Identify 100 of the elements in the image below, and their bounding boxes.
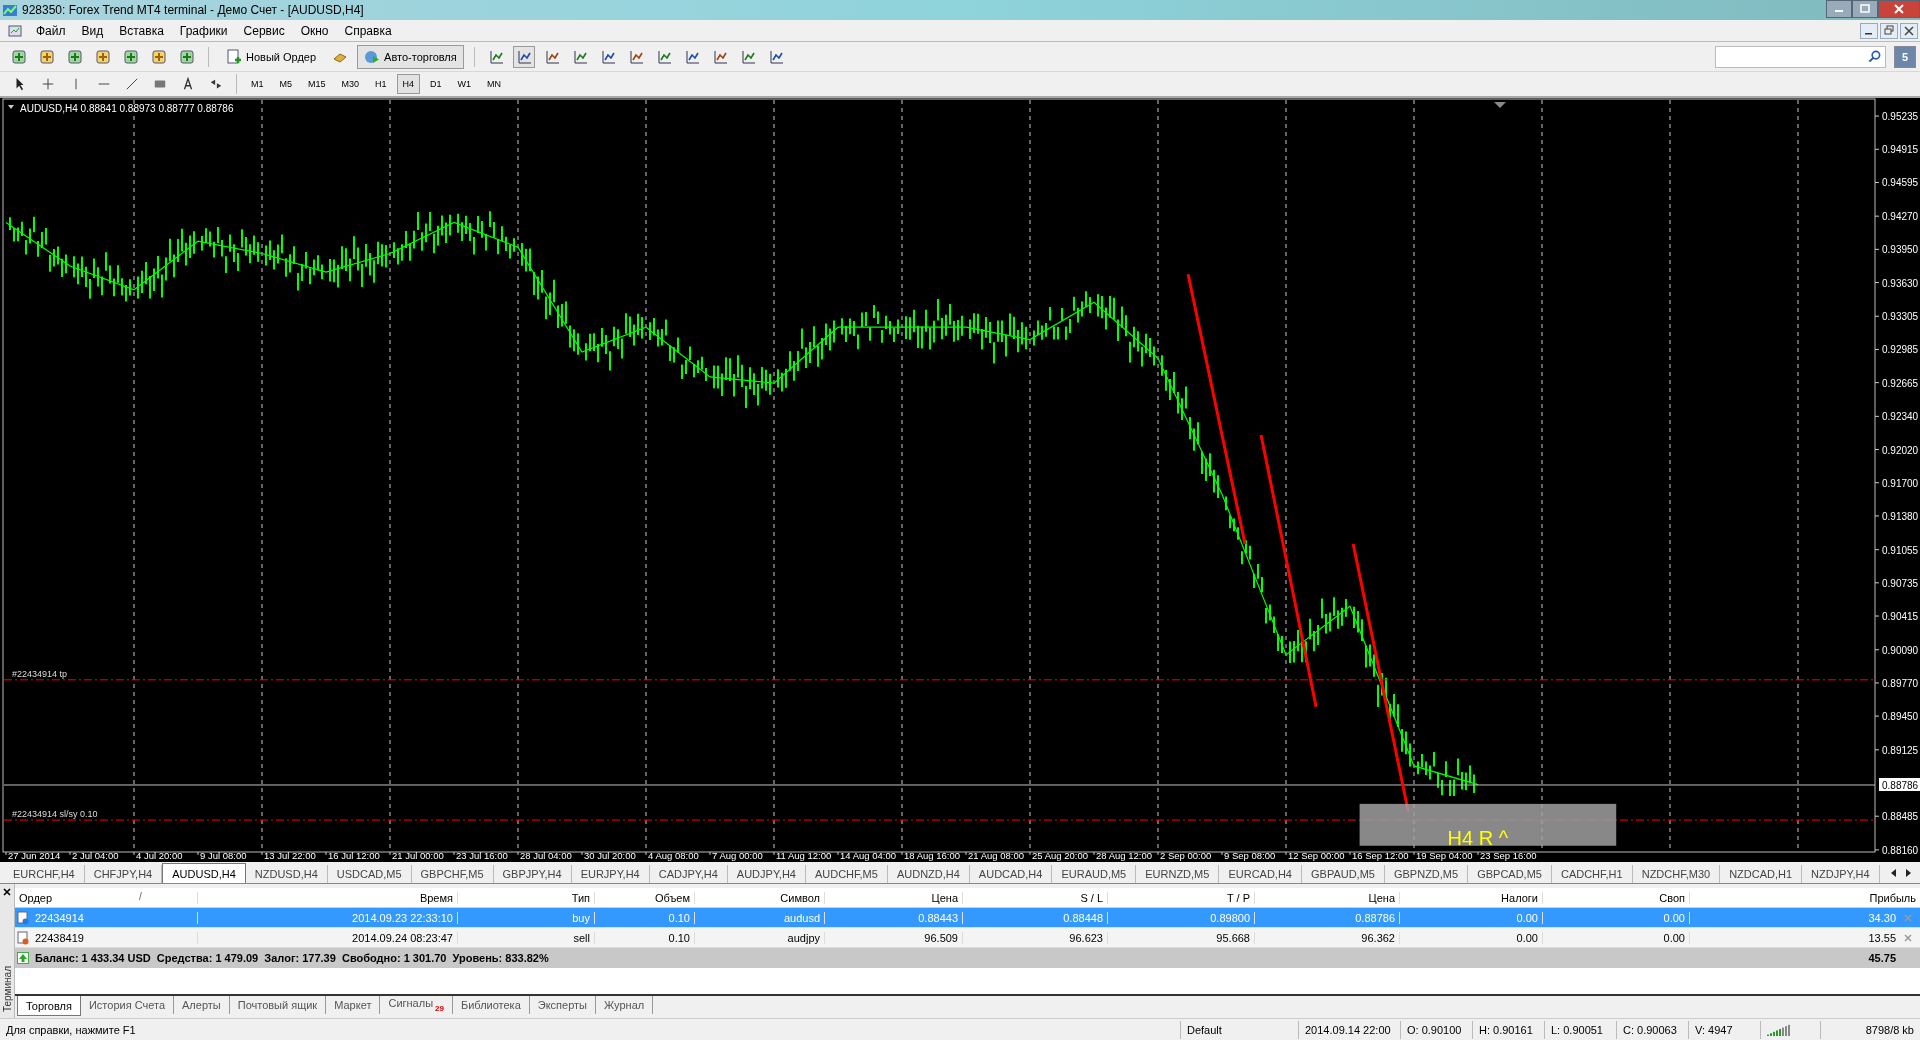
search-field[interactable] (1715, 45, 1886, 68)
table-cell: audusd (695, 911, 825, 924)
table-cell: buy (458, 911, 595, 924)
column-header[interactable]: Своп (1543, 891, 1690, 904)
menu-item[interactable]: Сервис (235, 23, 293, 38)
menu-item[interactable]: Справка (336, 23, 400, 38)
close-order-icon[interactable] (1904, 933, 1912, 942)
chart-tab[interactable]: GBPAUD,M5 (1302, 865, 1385, 883)
price-axis-label: 0.88485 (1882, 811, 1919, 823)
terminal-tab[interactable]: Эксперты (529, 996, 597, 1014)
table-cell: 0.88443 (825, 911, 963, 924)
menu-item[interactable]: Графики (171, 23, 236, 38)
dropdown-icon[interactable] (8, 105, 14, 109)
table-cell: 0.00 (1400, 931, 1543, 944)
timeframe-button[interactable]: D1 (424, 74, 448, 94)
chart-shift-marker-icon[interactable] (1494, 102, 1506, 108)
terminal-tab[interactable]: Маркет (326, 996, 381, 1014)
scroll-right-icon[interactable] (1904, 868, 1912, 877)
chart-tab[interactable]: NZDJPY,H4 (1802, 865, 1880, 883)
chart-tab[interactable]: AUDCHF,M5 (805, 865, 888, 883)
price-axis-label: 0.91380 (1882, 510, 1919, 522)
scroll-left-icon[interactable] (1890, 868, 1898, 877)
profile-name: Default (1180, 1020, 1298, 1039)
chart-tab[interactable]: EURJPY,H4 (571, 865, 650, 883)
chart-tab[interactable]: NZDUSD,H4 (245, 865, 328, 883)
time-axis-label: 21 Jul 00:00 (392, 850, 444, 861)
terminal-tab[interactable]: Библиотека (452, 996, 530, 1014)
maximize-icon[interactable] (1852, 0, 1878, 18)
menu-item[interactable]: Вид (73, 23, 112, 38)
arrows-icon[interactable] (209, 77, 223, 91)
chart-tab[interactable]: AUDJPY,H4 (727, 865, 806, 883)
column-header[interactable]: Налоги (1400, 891, 1543, 904)
table-cell: 0.00 (1543, 931, 1690, 944)
column-header[interactable]: Время (198, 891, 458, 904)
minimize-icon[interactable] (1826, 0, 1852, 18)
terminal-side-label: Терминал (1, 965, 13, 1012)
chart-tab[interactable]: CADCHF,H1 (1551, 865, 1633, 883)
table-cell: sell (458, 931, 595, 944)
notifications-button[interactable]: 5 (1894, 45, 1916, 68)
close-icon[interactable] (3, 888, 11, 896)
time-axis-label: 16 Sep 12:00 (1352, 850, 1409, 861)
timeframe-button[interactable]: H4 (396, 74, 421, 94)
chart-tab[interactable]: EURCHF,H4 (4, 865, 85, 883)
menu-item[interactable]: Файл (28, 23, 74, 38)
timeframe-button[interactable]: H1 (369, 74, 393, 94)
time-axis-label: 23 Sep 16:00 (1480, 850, 1537, 861)
chart-tab[interactable]: EURAUD,M5 (1052, 865, 1137, 883)
app-icon (2, 2, 18, 18)
chart-tab[interactable]: USDCAD,M5 (327, 865, 412, 883)
timeframe-button[interactable]: M5 (273, 74, 299, 94)
chart-tab[interactable]: NZDCHF,M30 (1632, 865, 1721, 883)
menu-item[interactable]: Окно (292, 23, 337, 38)
column-header[interactable]: Прибыль (1690, 891, 1920, 904)
chart-tab[interactable]: GBPJPY,H4 (493, 865, 572, 883)
time-axis-label: 4 Aug 08:00 (648, 850, 699, 861)
close-icon[interactable] (1900, 22, 1918, 39)
column-header[interactable]: Символ (695, 891, 825, 904)
order-row[interactable]: 22438419 2014.09.24 08:23:47 sell 0.10 audjpy 96.509 96.623 95.668 96.362 0.00 0.00 13.55 (15, 928, 1920, 948)
chart-tab[interactable]: GBPNZD,M5 (1384, 865, 1469, 883)
chart-tab[interactable]: AUDNZD,H4 (887, 865, 970, 883)
trendline-icon[interactable] (125, 77, 139, 91)
column-header[interactable]: Объем (595, 891, 695, 904)
chart-tab[interactable]: NZDCAD,H1 (1720, 865, 1803, 883)
time-axis-label: 2 Jul 04:00 (72, 850, 119, 861)
restore-icon[interactable] (1880, 22, 1898, 39)
column-header[interactable]: Цена (825, 891, 963, 904)
chart-tab[interactable]: EURCAD,H4 (1219, 865, 1302, 883)
column-header[interactable]: Тип (458, 891, 595, 904)
menu-item[interactable]: Вставка (111, 23, 172, 38)
terminal-tab[interactable]: Торговля (17, 996, 81, 1016)
terminal-tab[interactable]: Журнал (596, 996, 654, 1014)
chart-tab[interactable]: AUDUSD,H4 (162, 863, 246, 883)
table-cell-text: 34.30 (1867, 911, 1897, 924)
table-cell: 0.88786 (1255, 911, 1400, 924)
auto-trading-button[interactable]: Авто-торговля (357, 44, 464, 69)
terminal-tab[interactable]: Почтовый ящик (229, 996, 327, 1014)
table-cell: 0.10 (595, 931, 695, 944)
price-axis-label: 0.93630 (1882, 277, 1919, 289)
terminal-tab[interactable]: История Счета (80, 996, 174, 1014)
terminal-tab[interactable]: Алерты (174, 996, 230, 1014)
column-header[interactable]: S / L (963, 891, 1108, 904)
chart-tab[interactable]: GBPCHF,M5 (411, 865, 494, 883)
chart-tab[interactable]: AUDCAD,H4 (969, 865, 1053, 883)
price-axis-label: 0.89450 (1882, 711, 1919, 723)
time-axis-label: 2 Sep 00:00 (1160, 850, 1212, 861)
column-header[interactable]: Цена (1255, 891, 1400, 904)
timeframe-button[interactable]: M30 (335, 74, 366, 94)
timeframe-button[interactable]: MN (481, 74, 508, 94)
minimize-icon[interactable] (1860, 22, 1878, 39)
timeframe-button[interactable]: M1 (245, 74, 270, 94)
text-tool-icon[interactable] (181, 77, 195, 91)
new-order-button[interactable]: Новый Ордер (219, 44, 324, 69)
terminal-tab[interactable]: Сигналы $_{29}$ (380, 996, 453, 1014)
chart-tab[interactable]: EURNZD,M5 (1136, 865, 1220, 883)
column-header[interactable]: T / P (1108, 891, 1255, 904)
price-axis-label: 0.93305 (1882, 311, 1919, 323)
chart-tab[interactable]: GBPCAD,M5 (1468, 865, 1552, 883)
timeframe-button[interactable]: W1 (451, 74, 478, 94)
timeframe-button[interactable]: M15 (302, 74, 332, 94)
chart-tab[interactable]: CADJPY,H4 (649, 865, 728, 883)
